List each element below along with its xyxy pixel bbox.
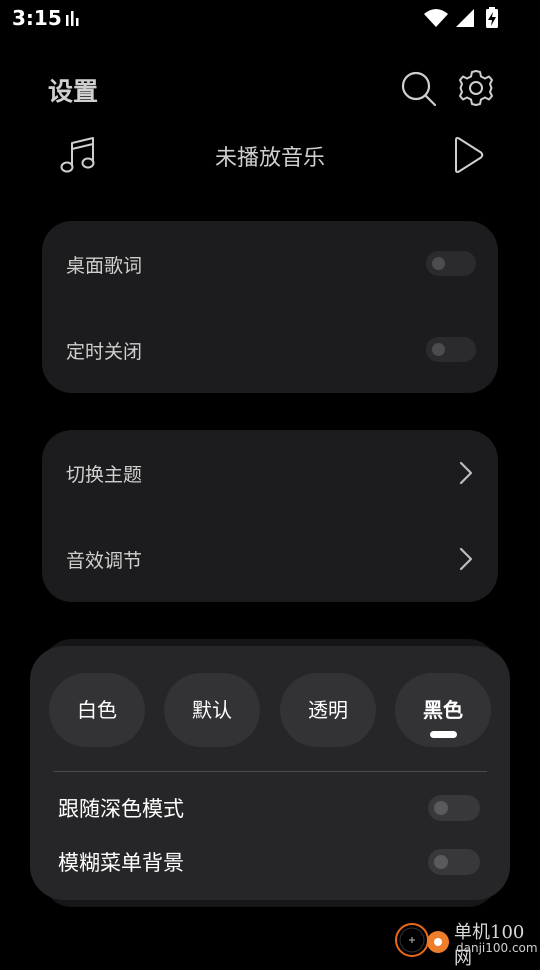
battery-charging-icon [486, 7, 498, 28]
settings-card-appearance: 切换主题 音效调节 [42, 430, 498, 602]
status-icons [424, 7, 498, 28]
theme-popup-sheet: 白色 默认 透明 黑色 跟随深色模式 模糊菜单背景 [30, 646, 510, 900]
activity-bars-icon [66, 11, 79, 26]
setting-row-follow-dark-mode[interactable]: 跟随深色模式 [30, 782, 510, 834]
setting-row-sound-effects[interactable]: 音效调节 [42, 516, 498, 602]
status-bar: 3:15 [0, 0, 540, 36]
desktop-lyrics-toggle[interactable] [426, 251, 476, 276]
theme-option-default[interactable]: 默认 [164, 673, 260, 747]
toggle-knob [432, 257, 445, 270]
chevron-right-icon [459, 547, 473, 571]
watermark: 单机100网 danji100.com [390, 916, 540, 969]
toggle-knob [434, 855, 448, 869]
watermark-url: danji100.com [456, 941, 538, 955]
wifi-icon [424, 9, 448, 27]
theme-option-label: 黑色 [423, 698, 463, 722]
theme-option-white[interactable]: 白色 [49, 673, 145, 747]
toggle-knob [434, 801, 448, 815]
sleep-timer-toggle[interactable] [426, 337, 476, 362]
setting-label: 桌面歌词 [66, 255, 143, 277]
setting-row-desktop-lyrics[interactable]: 桌面歌词 [42, 221, 498, 307]
blur-menu-bg-toggle[interactable] [428, 849, 480, 875]
setting-row-blur-menu-bg[interactable]: 模糊菜单背景 [30, 836, 510, 888]
theme-option-transparent[interactable]: 透明 [280, 673, 376, 747]
search-icon[interactable] [400, 70, 438, 108]
setting-label: 切换主题 [66, 464, 143, 486]
setting-label: 跟随深色模式 [58, 797, 184, 821]
status-time: 3:15 [12, 6, 62, 30]
settings-card-playback: 桌面歌词 定时关闭 [42, 221, 498, 393]
gear-icon[interactable] [457, 69, 495, 107]
page-title: 设置 [48, 77, 99, 106]
selected-indicator [430, 731, 457, 738]
chevron-right-icon [459, 461, 473, 485]
setting-label: 定时关闭 [66, 341, 143, 363]
setting-row-switch-theme[interactable]: 切换主题 [42, 430, 498, 516]
cell-signal-icon [456, 9, 474, 27]
divider [53, 771, 487, 772]
follow-dark-mode-toggle[interactable] [428, 795, 480, 821]
toggle-knob [432, 343, 445, 356]
play-icon[interactable] [450, 134, 486, 176]
watermark-logo-icon [395, 923, 449, 957]
setting-label: 模糊菜单背景 [58, 851, 184, 875]
setting-row-sleep-timer[interactable]: 定时关闭 [42, 307, 498, 393]
setting-label: 音效调节 [66, 550, 143, 572]
theme-option-black[interactable]: 黑色 [395, 673, 491, 747]
